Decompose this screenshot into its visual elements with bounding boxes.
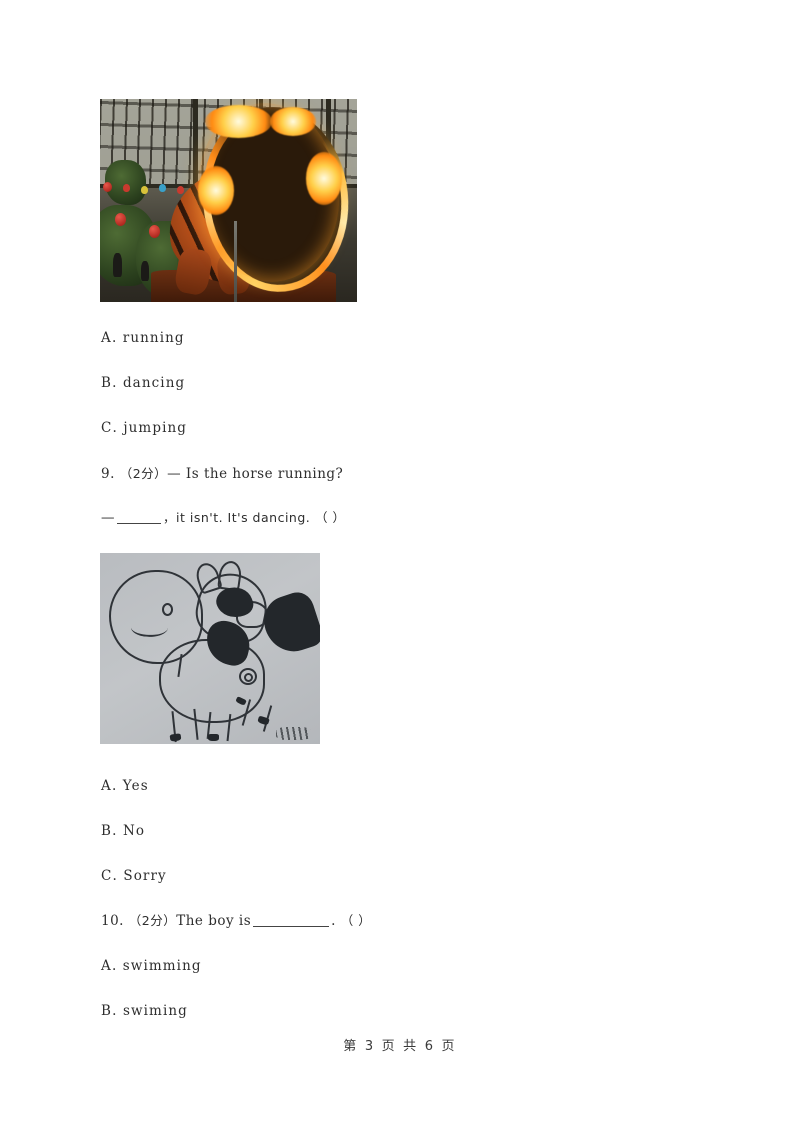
question-9-stem-line-1: 9. （2分）— Is the horse running? [101, 463, 343, 482]
spectator-silhouette [141, 261, 150, 282]
option-b-q10[interactable]: B. swiming [101, 1003, 188, 1019]
red-lantern [148, 224, 160, 238]
option-separator: . [112, 868, 118, 884]
balloon-eye [161, 602, 173, 616]
option-separator: . [112, 823, 118, 839]
foliage [105, 159, 147, 205]
horse-drawing-image [100, 553, 320, 744]
answer-blank[interactable] [117, 512, 161, 524]
tiger-ring-of-fire-image [100, 99, 357, 302]
option-letter: C [101, 868, 113, 884]
horse-tail [257, 588, 320, 660]
flame [197, 165, 234, 215]
option-separator: . [112, 375, 118, 391]
flame [205, 105, 273, 138]
option-text: running [122, 330, 185, 346]
option-text: Sorry [123, 868, 167, 884]
question-10-stem: 10. （2分）The boy is. （ ） [101, 910, 371, 929]
answer-bracket[interactable]: （ ） [341, 913, 371, 928]
option-a-q10[interactable]: A. swimming [101, 958, 202, 974]
option-letter: C [101, 420, 113, 436]
artist-signature [276, 726, 312, 741]
red-lantern [102, 182, 112, 193]
question-score: （2分） [128, 913, 177, 928]
option-a-q8[interactable]: A. running [101, 330, 185, 346]
option-separator: . [111, 958, 118, 974]
option-c-q8[interactable]: C. jumping [101, 420, 187, 436]
question-prompt-tail: . [331, 913, 336, 929]
roof-beam [192, 99, 198, 193]
support-pole [233, 220, 237, 302]
question-number: 10. [101, 913, 124, 929]
option-letter: B [101, 1003, 113, 1019]
option-text: swiming [122, 1003, 188, 1019]
flame [305, 151, 342, 205]
option-text: No [122, 823, 146, 839]
page-footer: 第 3 页 共 6 页 [343, 1039, 457, 1054]
option-letter: A [101, 958, 112, 974]
option-text: swimming [122, 958, 202, 974]
option-text: jumping [123, 420, 188, 436]
option-letter: B [101, 375, 113, 391]
option-separator: . [112, 420, 118, 436]
flame [269, 107, 316, 136]
exam-page: A. running B. dancing C. jumping 9. （2分）… [0, 0, 800, 1132]
question-score: （2分） [119, 466, 168, 481]
option-letter: A [101, 778, 112, 794]
horse-ear [216, 559, 243, 591]
option-text: Yes [122, 778, 149, 794]
option-b-q8[interactable]: B. dancing [101, 375, 185, 391]
answer-bracket[interactable]: （ ） [315, 510, 345, 525]
option-separator: . [112, 1003, 118, 1019]
option-letter: A [101, 330, 112, 346]
question-prompt: The boy is [176, 913, 252, 929]
horse-leg [241, 699, 273, 732]
option-a-q9[interactable]: A. Yes [101, 778, 149, 794]
dash-marker: — [101, 510, 115, 526]
answer-blank[interactable] [253, 915, 330, 927]
option-text: dancing [122, 375, 186, 391]
question-prompt-tail: ，it isn't. It's dancing. [163, 510, 311, 525]
option-letter: B [101, 823, 113, 839]
horse-flank-marking [238, 667, 257, 685]
option-b-q9[interactable]: B. No [101, 823, 145, 839]
option-c-q9[interactable]: C. Sorry [101, 868, 167, 884]
question-number: 9. [101, 466, 115, 482]
question-9-stem-line-2: — ，it isn't. It's dancing. （ ） [101, 507, 346, 526]
option-separator: . [111, 778, 118, 794]
question-prompt: — Is the horse running? [167, 466, 344, 482]
horse-hoof [207, 734, 219, 742]
option-separator: . [111, 330, 118, 346]
spectator-silhouette [112, 253, 122, 278]
